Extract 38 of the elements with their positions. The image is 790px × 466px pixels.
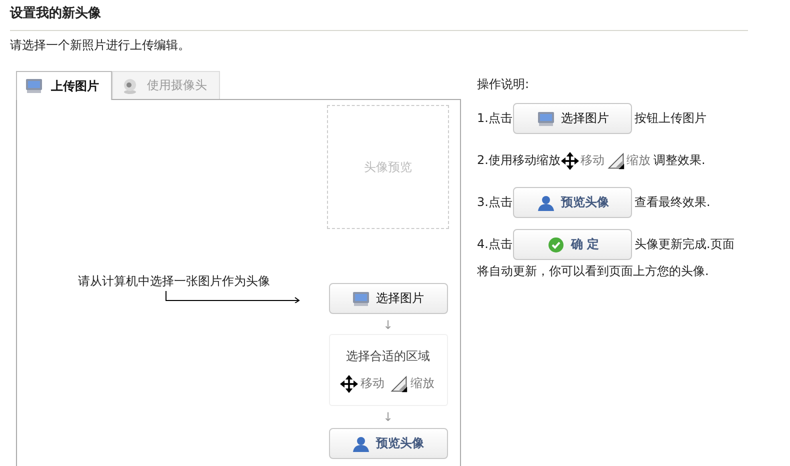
preview-label: 头像预览 [364,158,412,176]
resize-icon [390,374,408,392]
subtitle: 请选择一个新照片进行上传编辑。 [10,38,191,52]
monitor-icon [25,78,43,94]
check-icon [546,236,565,252]
step-text: 将自动更新，你可以看到页面上方您的头像. [477,264,710,278]
step-text: 2.使用移动缩放 [477,152,560,169]
select-image-button[interactable]: 选择图片 [328,283,448,314]
down-arrow: ↓ [382,410,394,424]
step-button[interactable]: 预览头像 [513,187,632,218]
webcam-icon [121,78,139,94]
resize-label: 缩放 [410,375,434,392]
hint-text: 请从计算机中选择一张图片作为头像 [78,274,270,288]
tab[interactable]: 上传图片 [16,71,112,100]
page-title: 设置我的新头像 [10,6,102,22]
move-icon [561,152,580,170]
user-icon [352,436,370,452]
user-icon [536,194,555,210]
step-button[interactable]: 选择图片 [513,103,632,134]
down-arrow: ↓ [382,318,394,332]
step-text: 查看最终效果. [634,194,710,211]
monitor-icon [352,290,370,306]
move-label: 移动 [360,375,384,392]
resize-icon [607,152,626,170]
step-button[interactable]: 确 定 [513,229,632,260]
step-text: 4.点击 [477,236,512,253]
monitor-icon [536,110,555,126]
move-icon [340,374,358,392]
step-text: 头像更新完成.页面 [634,236,734,253]
step-text: 调整效果. [653,152,706,169]
crop-step-label: 选择合适的区域 [346,348,430,364]
resize-label: 缩放 [626,152,650,169]
move-label: 移动 [580,152,604,169]
instructions-heading: 操作说明: [477,77,530,91]
step-text: 1.点击 [477,110,512,127]
step-text: 3.点击 [477,194,512,211]
preview-avatar-button[interactable]: 预览头像 [328,428,448,459]
step-text: 按钮上传图片 [634,110,706,127]
